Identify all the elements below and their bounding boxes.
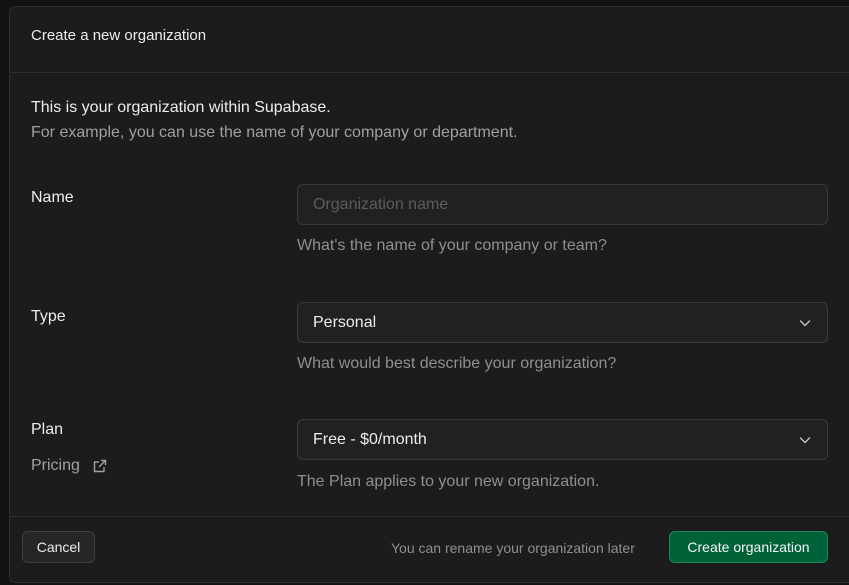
dialog-header: Create a new organization — [10, 7, 849, 73]
plan-selected-value: Free - $0/month — [313, 430, 427, 448]
type-selected-value: Personal — [313, 313, 377, 331]
type-help-text: What would best describe your organizati… — [297, 355, 617, 372]
plan-select[interactable]: Free - $0/month — [297, 419, 828, 460]
rename-note: You can rename your organization later — [391, 540, 635, 556]
chevron-down-icon — [798, 433, 812, 447]
name-field-wrapper — [297, 184, 828, 225]
cancel-button[interactable]: Cancel — [22, 531, 95, 563]
create-organization-button[interactable]: Create organization — [669, 531, 828, 563]
pricing-link-label: Pricing — [31, 457, 80, 474]
dialog-footer: Cancel You can rename your organization … — [10, 516, 849, 582]
intro-line-1: This is your organization within Supabas… — [31, 99, 331, 116]
dialog-title: Create a new organization — [31, 27, 207, 44]
type-select[interactable]: Personal — [297, 302, 828, 343]
create-organization-dialog: Create a new organization This is your o… — [9, 6, 849, 583]
plan-help-text: The Plan applies to your new organizatio… — [297, 473, 600, 490]
plan-label: Plan — [31, 421, 64, 438]
type-label: Type — [31, 308, 66, 325]
name-help-text: What's the name of your company or team? — [297, 237, 607, 254]
external-link-icon — [92, 458, 108, 474]
intro-text: This is your organization within Supabas… — [31, 95, 517, 145]
name-label: Name — [31, 189, 74, 206]
chevron-down-icon — [798, 316, 812, 330]
pricing-link[interactable]: Pricing — [31, 457, 108, 475]
organization-name-input[interactable] — [313, 195, 812, 214]
intro-line-2: For example, you can use the name of you… — [31, 124, 518, 141]
